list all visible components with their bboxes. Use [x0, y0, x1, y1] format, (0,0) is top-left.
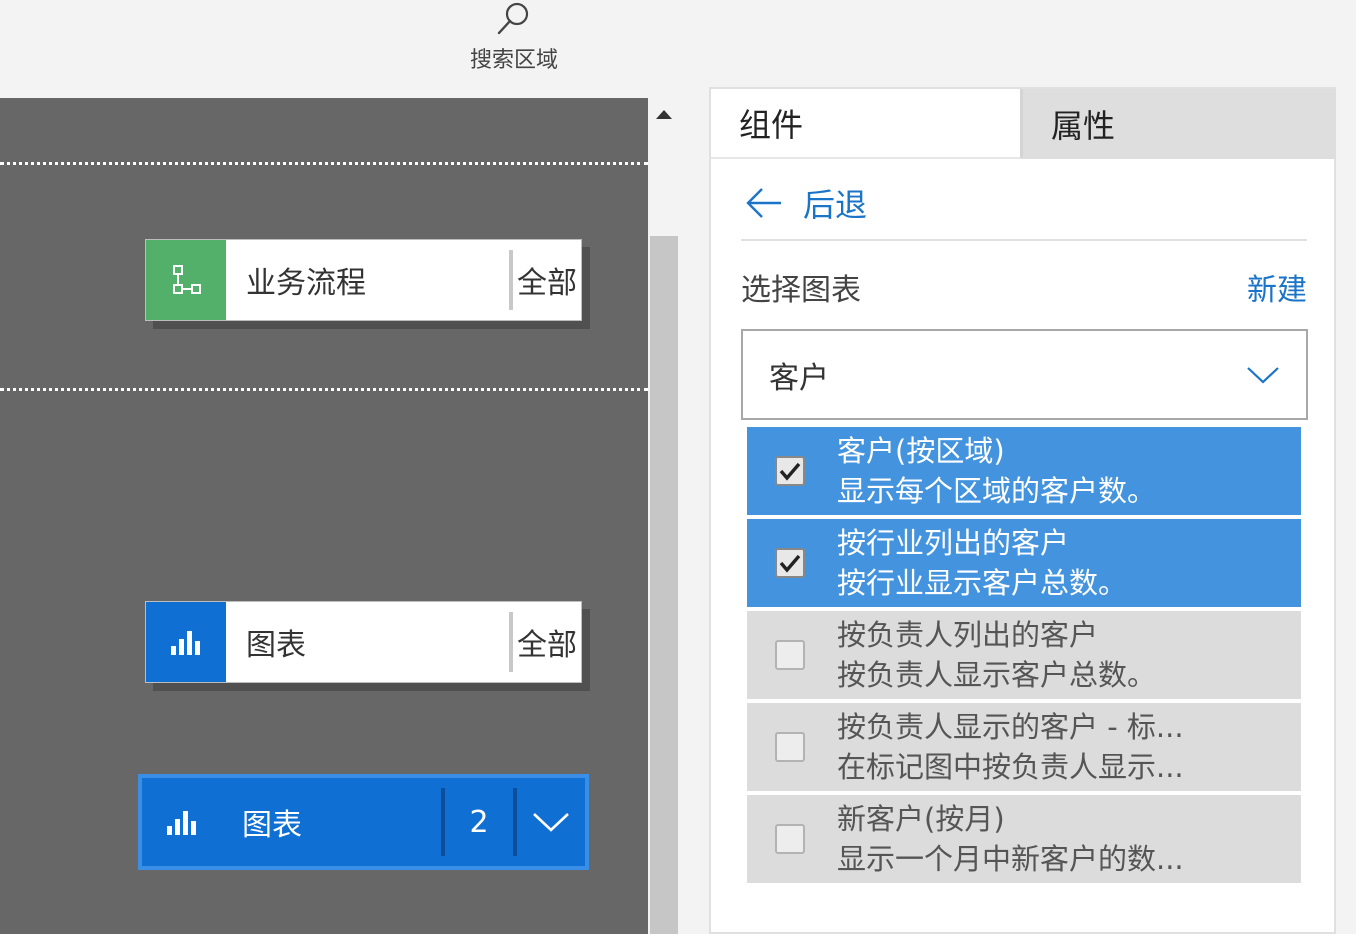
- chart-title: 按行业列出的客户: [837, 526, 1070, 560]
- process-icon: [146, 240, 226, 320]
- checkbox[interactable]: [775, 640, 805, 670]
- chart-description: 按负责人显示客户总数。: [837, 658, 1157, 692]
- canvas-scrollbar[interactable]: [648, 98, 680, 934]
- chart-list: 客户(按区域) 显示每个区域的客户数。 按行业列出的客户 按行业显示客户总数。 …: [747, 427, 1301, 887]
- business-process-node[interactable]: 业务流程 全部: [145, 239, 582, 321]
- chart-title: 按负责人显示的客户 - 标...: [837, 710, 1184, 744]
- scroll-up-arrow-icon[interactable]: [656, 110, 672, 119]
- node-label: 业务流程: [246, 266, 366, 301]
- section-divider: [0, 162, 648, 165]
- select-chart-row: 选择图表 新建: [741, 265, 1307, 309]
- checkbox[interactable]: [775, 732, 805, 762]
- section-divider: [0, 388, 648, 391]
- list-item[interactable]: 按负责人显示的客户 - 标... 在标记图中按负责人显示...: [747, 703, 1301, 791]
- chart-title: 新客户(按月): [837, 802, 1005, 836]
- chart-description: 显示一个月中新客户的数...: [837, 842, 1184, 876]
- select-chart-label: 选择图表: [741, 273, 861, 308]
- checkbox[interactable]: [775, 456, 805, 486]
- list-item[interactable]: 客户(按区域) 显示每个区域的客户数。: [747, 427, 1301, 515]
- chart-title: 客户(按区域): [837, 434, 1005, 468]
- arrow-left-icon: [746, 188, 781, 218]
- back-button[interactable]: 后退: [745, 181, 867, 225]
- node-label: 图表: [242, 808, 302, 843]
- chart-description: 按行业显示客户总数。: [837, 566, 1128, 600]
- chart-count: 2: [469, 804, 489, 840]
- checkmark-icon: [779, 554, 801, 573]
- list-item[interactable]: 按负责人列出的客户 按负责人显示客户总数。: [747, 611, 1301, 699]
- checkbox[interactable]: [775, 824, 805, 854]
- divider: [741, 239, 1307, 241]
- search-area-label: 搜索区域: [469, 48, 558, 73]
- chevron-down-icon: [1247, 366, 1279, 384]
- checkmark-icon: [779, 462, 801, 481]
- new-chart-link[interactable]: 新建: [1247, 265, 1307, 309]
- scroll-thumb[interactable]: [650, 236, 678, 934]
- tab-components[interactable]: 组件: [711, 89, 1023, 159]
- node-all-label: 全部: [517, 628, 577, 663]
- form-canvas: 业务流程 全部 图表 全部 图表 2: [0, 98, 648, 934]
- node-all-label: 全部: [517, 266, 577, 301]
- chart-description: 显示每个区域的客户数。: [837, 474, 1157, 508]
- list-item[interactable]: 按行业列出的客户 按行业显示客户总数。: [747, 519, 1301, 607]
- node-label: 图表: [246, 628, 306, 663]
- list-item[interactable]: 新客户(按月) 显示一个月中新客户的数...: [747, 795, 1301, 883]
- chevron-down-icon: [533, 813, 569, 832]
- chart-description: 在标记图中按负责人显示...: [837, 750, 1184, 784]
- chart-node[interactable]: 图表 全部: [145, 601, 582, 683]
- entity-dropdown[interactable]: 客户: [741, 329, 1308, 420]
- chart-node-selected[interactable]: 图表 2: [138, 774, 589, 870]
- checkbox[interactable]: [775, 548, 805, 578]
- side-panel: 组件 属性 后退 选择图表 新建 客户 客户(按区域) 显示每个区域的客户数。 …: [709, 87, 1336, 934]
- chart-title: 按负责人列出的客户: [837, 618, 1099, 652]
- dropdown-value: 客户: [769, 360, 829, 396]
- search-icon: [497, 2, 529, 35]
- expand-chevron-button[interactable]: [517, 778, 585, 866]
- tab-properties[interactable]: 属性: [1023, 89, 1336, 159]
- search-area-button[interactable]: 搜索区域: [458, 0, 570, 80]
- chart-icon: [142, 778, 222, 866]
- panel-tabs: 组件 属性: [711, 89, 1336, 159]
- back-label: 后退: [803, 186, 868, 224]
- chart-icon: [146, 602, 226, 682]
